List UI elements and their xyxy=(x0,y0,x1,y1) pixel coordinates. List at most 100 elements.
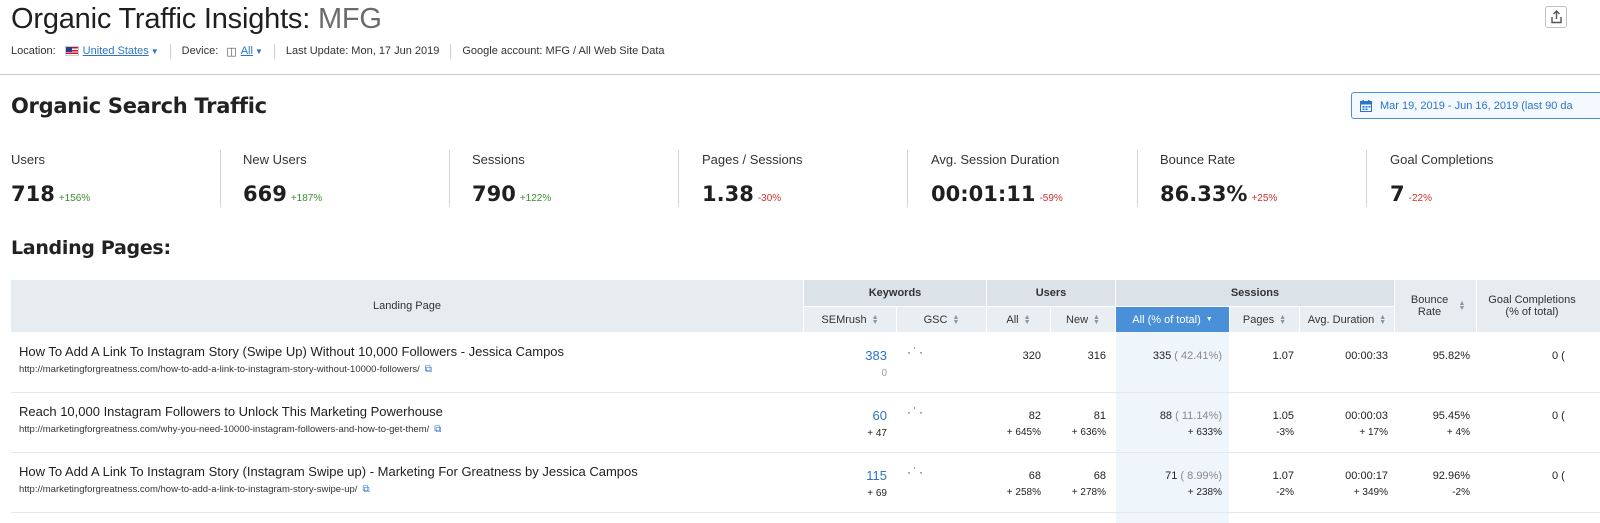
bounce-rate: 95.45% xyxy=(1432,410,1470,422)
share-button[interactable] xyxy=(1545,6,1567,28)
landing-page-url-text[interactable]: http://marketingforgreatness.com/how-to-… xyxy=(19,364,420,375)
gsc-loading-icon: ·˙· xyxy=(907,465,925,479)
landing-page-title[interactable]: How To Add A Link To Instagram Story (Sw… xyxy=(19,344,564,359)
calendar-icon xyxy=(1360,99,1372,112)
col-sessions-all[interactable]: All (% of total) ▼ xyxy=(1116,307,1229,332)
divider xyxy=(220,150,221,207)
divider xyxy=(678,150,679,207)
users-new-delta: + 278% xyxy=(1071,487,1106,498)
table-row: How To Add A Link To Instagram Story (Sw… xyxy=(11,332,1600,392)
metric-label: Bounce Rate xyxy=(1160,152,1236,167)
meta-bar: Location: United States ▼ Device: ◫ All … xyxy=(11,43,665,59)
metric-value-wrap: 669 +187% xyxy=(243,182,322,206)
metric-value: 00:01:11 xyxy=(931,182,1036,206)
metric-delta: -59% xyxy=(1039,193,1063,204)
landing-page-url-text[interactable]: http://marketingforgreatness.com/how-to-… xyxy=(19,484,357,495)
metric-value: 718 xyxy=(11,182,55,206)
section-title: Organic Search Traffic xyxy=(11,94,267,118)
group-users: Users xyxy=(987,280,1115,306)
col-semrush[interactable]: SEMrush ▲ ▼ xyxy=(804,307,896,332)
landing-page-url-text[interactable]: http://marketingforgreatness.com/why-you… xyxy=(19,424,429,435)
col-sessions-all-label: All (% of total) xyxy=(1132,313,1201,326)
col-avg-duration[interactable]: Avg. Duration ▲ ▼ xyxy=(1300,307,1394,332)
metric-delta: +25% xyxy=(1251,193,1278,204)
semrush-keywords[interactable]: 383 xyxy=(865,348,887,363)
metric-value-wrap: 1.38 -30% xyxy=(702,182,781,206)
location-filter: Location: United States ▼ xyxy=(11,45,159,57)
gsc-loading-icon: ·˙· xyxy=(907,345,925,359)
device-dropdown[interactable]: All xyxy=(241,45,253,57)
landing-page-title[interactable]: How To Add A Link To Instagram Story (In… xyxy=(19,464,638,479)
col-users-all-label: All xyxy=(1006,313,1019,326)
col-users-all[interactable]: All ▲ ▼ xyxy=(987,307,1050,332)
sort-icon[interactable]: ▲ ▼ xyxy=(1459,300,1466,312)
sort-icon[interactable]: ▲ ▼ xyxy=(872,314,879,326)
bounce-rate: 92.96% xyxy=(1432,470,1470,482)
page-title: Organic Traffic Insights: MFG xyxy=(11,3,382,36)
users-all: 68 xyxy=(1028,470,1041,482)
table-row: Reach 10,000 Instagram Followers to Unlo… xyxy=(11,392,1600,452)
metric-value-wrap: 790 +122% xyxy=(472,182,551,206)
external-link-icon[interactable]: ⧉ xyxy=(434,424,441,435)
avg-duration-delta: + 17% xyxy=(1359,427,1388,438)
divider xyxy=(1137,150,1138,207)
users-new: 81 xyxy=(1093,410,1106,422)
sort-icon[interactable]: ▲ ▼ xyxy=(1279,314,1286,326)
external-link-icon[interactable]: ⧉ xyxy=(362,484,369,495)
col-avg-duration-label: Avg. Duration xyxy=(1307,313,1375,326)
table-row: How To Add A Link To Instagram Story (In… xyxy=(11,452,1600,512)
col-gsc-label: GSC xyxy=(923,313,948,326)
col-gsc[interactable]: GSC ▲ ▼ xyxy=(897,307,986,332)
users-all: 82 xyxy=(1028,410,1041,422)
col-landing-page: Landing Page xyxy=(11,280,803,332)
sessions-value: 88 xyxy=(1159,410,1173,422)
sort-icon[interactable]: ▲ ▼ xyxy=(1379,314,1386,326)
chevron-down-icon[interactable]: ▼ xyxy=(151,47,159,56)
metric-delta: +187% xyxy=(290,193,323,204)
metric-label: Pages / Sessions xyxy=(702,152,803,167)
users-new: 68 xyxy=(1093,470,1106,482)
users-new-delta: + 636% xyxy=(1071,427,1106,438)
col-bounce-rate-label: Bounce Rate xyxy=(1410,294,1449,318)
landing-page-title[interactable]: Reach 10,000 Instagram Followers to Unlo… xyxy=(19,404,443,419)
location-label: Location: xyxy=(11,45,56,57)
pages-per-session: 1.05 xyxy=(1272,410,1294,422)
sessions-pct: ( 42.41%) xyxy=(1174,350,1222,362)
col-bounce-rate[interactable]: Bounce Rate ▲ ▼ xyxy=(1395,280,1476,332)
pages-delta: -2% xyxy=(1276,487,1294,498)
avg-duration: 00:00:03 xyxy=(1345,410,1388,422)
sort-icon[interactable]: ▲ ▼ xyxy=(1093,314,1100,326)
col-users-new[interactable]: New ▲ ▼ xyxy=(1051,307,1115,332)
avg-duration: 00:00:17 xyxy=(1345,470,1388,482)
col-goal-completions[interactable]: Goal Completions (% of total) xyxy=(1477,280,1600,332)
metric-value-wrap: 7 -22% xyxy=(1390,182,1432,206)
sort-desc-icon[interactable]: ▼ xyxy=(1206,316,1213,323)
date-range-picker[interactable]: Mar 19, 2019 - Jun 16, 2019 (last 90 da xyxy=(1351,92,1600,119)
project-name: MFG xyxy=(317,3,382,35)
sort-icon[interactable]: ▲ ▼ xyxy=(952,314,959,326)
device-label: Device: xyxy=(181,45,219,57)
metric-value: 86.33% xyxy=(1160,182,1248,206)
goal-completions: 0 ( xyxy=(1552,350,1565,362)
last-update: Last Update: Mon, 17 Jun 2019 xyxy=(285,45,440,57)
metric-delta: -30% xyxy=(757,193,782,204)
semrush-delta: + 69 xyxy=(867,488,887,499)
sessions-pct: ( 11.14%) xyxy=(1175,410,1222,422)
metric-value: 1.38 xyxy=(702,182,754,206)
avg-duration: 00:00:33 xyxy=(1345,350,1388,362)
divider xyxy=(450,43,452,59)
semrush-keywords[interactable]: 60 xyxy=(873,408,887,423)
users-all: 320 xyxy=(1022,350,1041,362)
landing-pages-table: Landing Page Keywords Users Sessions SEM… xyxy=(11,280,1600,523)
metric-value-wrap: 00:01:11 -59% xyxy=(931,182,1063,206)
external-link-icon[interactable]: ⧉ xyxy=(425,364,432,375)
semrush-keywords[interactable]: 115 xyxy=(866,468,887,483)
sessions-value: 335 xyxy=(1152,350,1172,362)
group-keywords: Keywords xyxy=(804,280,986,306)
col-pages-label: Pages xyxy=(1242,313,1275,326)
goal-completions: 0 ( xyxy=(1552,410,1565,422)
sort-icon[interactable]: ▲ ▼ xyxy=(1024,314,1031,326)
col-pages[interactable]: Pages ▲ ▼ xyxy=(1230,307,1299,332)
location-dropdown[interactable]: United States xyxy=(83,45,149,57)
chevron-down-icon[interactable]: ▼ xyxy=(255,47,263,56)
